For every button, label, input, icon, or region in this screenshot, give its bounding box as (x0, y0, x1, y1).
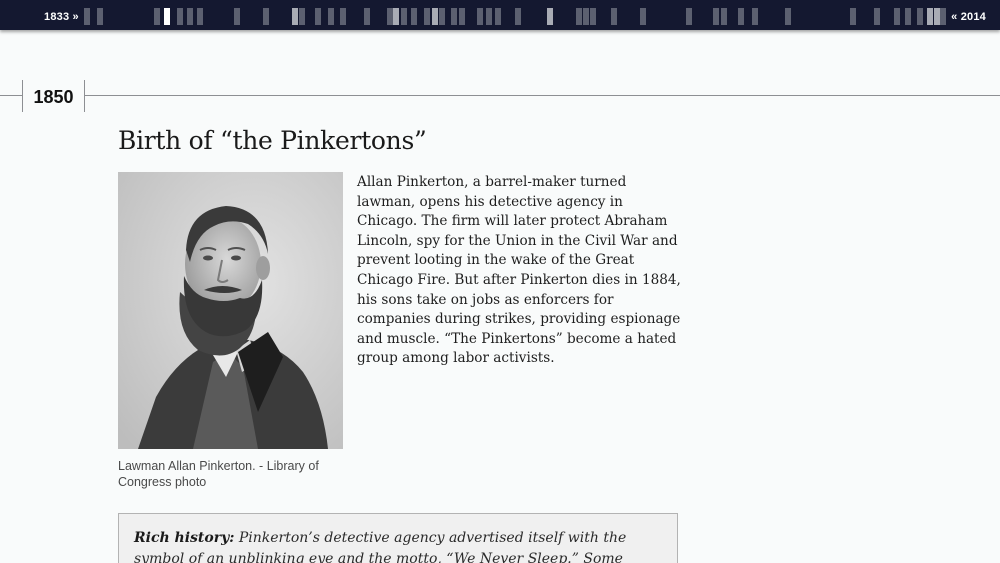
year-divider (0, 95, 1000, 96)
timeline-marker[interactable] (411, 8, 417, 25)
timeline-marker[interactable] (590, 8, 596, 25)
timeline-marker[interactable] (328, 8, 334, 25)
timeline-marker[interactable] (393, 8, 399, 25)
rich-history-callout: Rich history: Pinkerton’s detective agen… (118, 513, 678, 563)
timeline-marker[interactable] (583, 8, 589, 25)
year-label: 1850 (22, 80, 85, 112)
timeline-marker[interactable] (364, 8, 370, 25)
timeline-marker[interactable] (424, 8, 430, 25)
timeline-marker[interactable] (477, 8, 483, 25)
timeline-marker[interactable] (187, 8, 193, 25)
timeline-marker[interactable] (515, 8, 521, 25)
timeline-markers (0, 0, 1000, 30)
timeline-marker[interactable] (721, 8, 727, 25)
timeline-marker[interactable] (785, 8, 791, 25)
timeline-marker[interactable] (451, 8, 457, 25)
timeline-marker[interactable] (340, 8, 346, 25)
timeline-marker[interactable] (611, 8, 617, 25)
timeline-marker[interactable] (432, 8, 438, 25)
entry-headline: Birth of “the Pinkertons” (118, 126, 427, 155)
timeline-marker[interactable] (850, 8, 856, 25)
timeline-marker[interactable] (315, 8, 321, 25)
timeline-marker[interactable] (495, 8, 501, 25)
timeline-marker[interactable] (927, 8, 933, 25)
timeline-marker-current[interactable] (164, 8, 170, 25)
timeline-marker[interactable] (940, 8, 946, 25)
timeline-marker[interactable] (917, 8, 923, 25)
timeline-marker[interactable] (576, 8, 582, 25)
timeline-marker[interactable] (640, 8, 646, 25)
timeline-marker[interactable] (299, 8, 305, 25)
timeline-marker[interactable] (154, 8, 160, 25)
timeline-marker[interactable] (84, 8, 90, 25)
timeline-marker[interactable] (874, 8, 880, 25)
timeline-marker[interactable] (686, 8, 692, 25)
timeline-marker[interactable] (486, 8, 492, 25)
timeline-marker[interactable] (197, 8, 203, 25)
portrait-photo (118, 172, 343, 449)
timeline-marker[interactable] (292, 8, 298, 25)
timeline-marker[interactable] (401, 8, 407, 25)
timeline-marker[interactable] (263, 8, 269, 25)
timeline-marker[interactable] (894, 8, 900, 25)
timeline-marker[interactable] (752, 8, 758, 25)
timeline-marker[interactable] (713, 8, 719, 25)
timeline-marker[interactable] (97, 8, 103, 25)
entry-body-text: Allan Pinkerton, a barrel-maker turned l… (357, 174, 681, 367)
timeline-marker[interactable] (439, 8, 445, 25)
callout-label: Rich history: (134, 530, 235, 546)
timeline-bar: 1833 » « 2014 (0, 0, 1000, 30)
timeline-marker[interactable] (738, 8, 744, 25)
timeline-marker[interactable] (459, 8, 465, 25)
photo-caption: Lawman Allan Pinkerton. - Library of Con… (118, 459, 319, 489)
timeline-end-label[interactable]: « 2014 (951, 0, 986, 30)
timeline-marker[interactable] (234, 8, 240, 25)
timeline-marker[interactable] (905, 8, 911, 25)
timeline-marker[interactable] (177, 8, 183, 25)
timeline-marker[interactable] (547, 8, 553, 25)
